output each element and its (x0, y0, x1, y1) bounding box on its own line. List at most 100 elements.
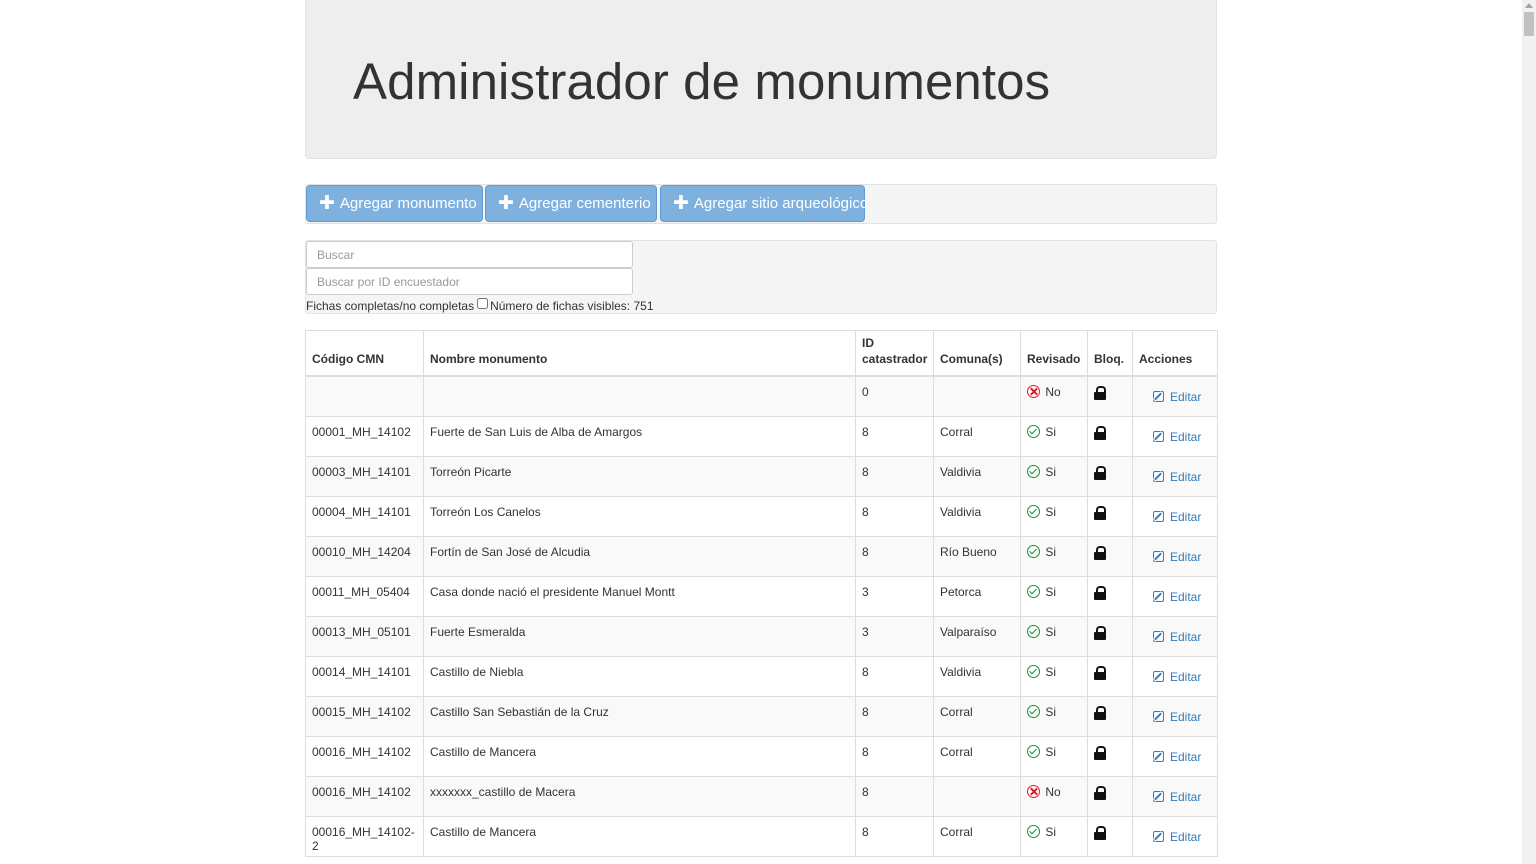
search-panel: Fichas completas/no completas Número de f… (305, 240, 1217, 314)
edit-link[interactable]: Editar (1153, 510, 1201, 524)
edit-link[interactable]: Editar (1153, 430, 1201, 444)
edit-link[interactable]: Editar (1153, 590, 1201, 604)
edit-link[interactable]: Editar (1153, 750, 1201, 764)
cell-id: 8 (855, 415, 934, 457)
table-row: 00004_MH_14101 Torreón Los Canelos 8 Valdiv… (305, 495, 1218, 537)
cell-id: 8 (855, 695, 934, 737)
cell-name: Torreón Picarte (423, 455, 856, 497)
cell-actions: Editar (1132, 495, 1218, 537)
check-circle-icon (1027, 584, 1040, 598)
col-locked-header[interactable]: Bloq. (1087, 330, 1133, 377)
col-reviewed-header[interactable]: Revisado (1020, 330, 1088, 377)
lock-icon[interactable] (1094, 665, 1106, 680)
cell-code: 00016_MH_14102-2 (305, 815, 424, 857)
edit-icon (1153, 590, 1164, 602)
plus-icon: ✚ (673, 193, 689, 214)
cell-id: 8 (855, 775, 934, 817)
reviewed-text: Si (1045, 664, 1057, 679)
check-circle-icon (1027, 464, 1040, 478)
cell-actions: Editar (1132, 375, 1218, 417)
action-toolbar: ✚ Agregar monumento ✚ Agregar cementerio ✚… (305, 184, 1217, 224)
check-circle-icon (1027, 424, 1040, 438)
cell-reviewed: Si (1020, 735, 1088, 777)
cell-reviewed: Si (1020, 455, 1088, 497)
cell-reviewed: Si (1020, 655, 1088, 697)
edit-icon (1153, 430, 1164, 442)
lock-icon[interactable] (1094, 825, 1106, 840)
cell-code: 00001_MH_14102 (305, 415, 424, 457)
table-row: 00011_MH_05404 Casa donde nació el presid… (305, 575, 1218, 617)
cell-name: xxxxxxx_castillo de Macera (423, 775, 856, 817)
col-code-header[interactable]: Código CMN (305, 330, 424, 377)
table-row: 00016_MH_14102 xxxxxxx_castillo de Macera… (305, 775, 1218, 817)
edit-link[interactable]: Editar (1153, 390, 1201, 404)
col-commune-header[interactable]: Comuna(s) (933, 330, 1021, 377)
cell-code (305, 375, 424, 417)
edit-link[interactable]: Editar (1153, 710, 1201, 724)
edit-label: Editar (1170, 509, 1202, 524)
edit-link[interactable]: Editar (1153, 470, 1201, 484)
scroll-up-arrow-icon[interactable] (1525, 3, 1533, 8)
table-header-row: Código CMN Nombre monumento ID catastrad… (305, 330, 1218, 377)
cell-name: Castillo de Mancera (423, 815, 856, 857)
edit-icon (1153, 510, 1164, 522)
lock-icon[interactable] (1094, 745, 1106, 760)
lock-icon[interactable] (1094, 425, 1106, 440)
search-input[interactable] (306, 241, 633, 268)
lock-icon[interactable] (1094, 785, 1106, 800)
cell-actions: Editar (1132, 535, 1218, 577)
reviewed-text: Si (1045, 584, 1057, 599)
scrollbar-thumb[interactable] (1524, 12, 1534, 36)
add-archaeological-site-label: Agregar sitio arqueológico (693, 195, 869, 212)
cell-actions: Editar (1132, 575, 1218, 617)
cell-reviewed: Si (1020, 415, 1088, 457)
add-archaeological-site-button[interactable]: ✚ Agregar sitio arqueológico (660, 185, 869, 222)
cell-commune (933, 375, 1021, 417)
edit-link[interactable]: Editar (1153, 790, 1201, 804)
col-name-header[interactable]: Nombre monumento (423, 330, 856, 377)
edit-label: Editar (1170, 390, 1202, 404)
x-circle-icon (1027, 784, 1040, 798)
add-monument-button[interactable]: ✚ Agregar monumento (306, 185, 483, 222)
check-circle-icon (1027, 744, 1040, 758)
cell-code: 00003_MH_14101 (305, 455, 424, 497)
edit-link[interactable]: Editar (1153, 830, 1201, 844)
cell-code: 00014_MH_14101 (305, 655, 424, 697)
reviewed-text: Si (1045, 464, 1057, 479)
cell-id: 8 (855, 455, 934, 497)
search-id-input[interactable] (306, 268, 633, 295)
cell-name: Castillo San Sebastián de la Cruz (423, 695, 856, 737)
cell-name: Torreón Los Canelos (423, 495, 856, 537)
table-row: 00015_MH_14102 Castillo San Sebastián de … (305, 695, 1218, 737)
cell-name (423, 375, 856, 417)
lock-icon[interactable] (1094, 705, 1106, 720)
col-id-header[interactable]: ID catastrador (855, 330, 934, 377)
lock-icon[interactable] (1094, 465, 1106, 480)
cell-locked (1087, 375, 1133, 417)
plus-icon: ✚ (319, 193, 335, 214)
lock-icon[interactable] (1094, 386, 1106, 400)
lock-icon[interactable] (1094, 585, 1106, 600)
cell-actions: Editar (1132, 455, 1218, 497)
col-actions-header: Acciones (1132, 330, 1218, 377)
visible-count-label: Número de fichas visibles: 751 (490, 299, 654, 313)
complete-filter-checkbox[interactable] (477, 298, 489, 309)
cell-locked (1087, 695, 1133, 737)
edit-link[interactable]: Editar (1153, 670, 1201, 684)
lock-icon[interactable] (1094, 625, 1106, 640)
edit-icon (1153, 470, 1164, 482)
vertical-scrollbar[interactable] (1522, 0, 1536, 864)
add-cemetery-button[interactable]: ✚ Agregar cementerio (485, 185, 657, 222)
cell-name: Casa donde nació el presidente Manuel Mo… (423, 575, 856, 617)
lock-icon[interactable] (1094, 545, 1106, 560)
cell-id: 3 (855, 575, 934, 617)
check-circle-icon (1027, 624, 1040, 638)
lock-icon[interactable] (1094, 505, 1106, 520)
table-row: 00016_MH_14102-2 Castillo de Mancera 8 Corr… (305, 815, 1218, 857)
cell-reviewed: Si (1020, 495, 1088, 537)
main-container: Administrador de monumentos ✚ Agregar mon… (305, 0, 1218, 857)
edit-link[interactable]: Editar (1153, 630, 1201, 644)
cell-reviewed: No (1020, 375, 1088, 417)
edit-link[interactable]: Editar (1153, 550, 1201, 564)
header-jumbotron: Administrador de monumentos (305, 0, 1217, 159)
